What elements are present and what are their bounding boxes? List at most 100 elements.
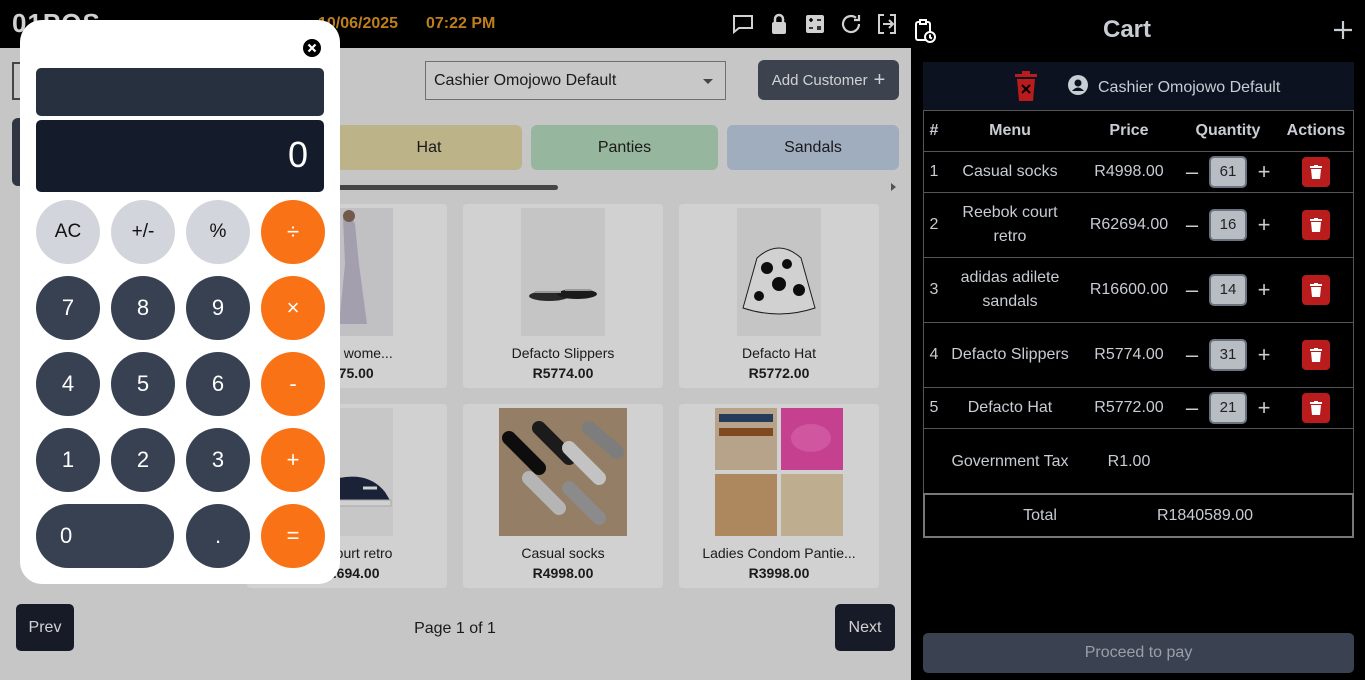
total-label: Total [1023,506,1057,524]
clear-cart-icon[interactable] [1013,70,1039,102]
calc-key-plus[interactable]: + [261,428,325,492]
trash-icon [1310,283,1322,297]
row-actions [1280,258,1352,322]
calculator-display: 0 [36,120,324,192]
calc-key-equals[interactable]: = [261,504,325,568]
delete-item-button[interactable] [1302,340,1330,370]
tax-label: Government Tax [951,452,1069,470]
row-price: R5774.00 [1094,346,1164,363]
quantity-input[interactable]: 16 [1209,209,1247,241]
delete-item-button[interactable] [1302,275,1330,305]
col-actions: Actions [1286,122,1346,139]
increment-button[interactable]: + [1254,213,1274,237]
calculator-history [36,68,324,116]
table-row: 1 Casual socks R4998.00 – 61 + [924,152,1353,193]
col-num: # [929,122,939,139]
total-value: R1840589.00 [1156,506,1254,524]
decrement-button[interactable]: – [1182,213,1202,237]
cart-table: # Menu Price Quantity Actions 1 Casual s… [923,110,1354,495]
calc-key-sign[interactable]: +/- [111,200,175,264]
calc-key-minus[interactable]: - [261,352,325,416]
delete-item-button[interactable] [1302,210,1330,240]
col-quantity: Quantity [1195,122,1261,139]
row-quantity: – 31 + [1182,323,1274,387]
row-menu: Defacto Slippers [951,346,1069,363]
trash-icon [1310,401,1322,415]
quantity-input[interactable]: 21 [1209,392,1247,424]
trash-icon [1310,218,1322,232]
table-row: 5 Defacto Hat R5772.00 – 21 + [924,388,1353,429]
row-actions [1280,388,1352,428]
cart-header: Cashier Omojowo Default [923,62,1354,110]
row-num: 5 [929,399,939,416]
calc-key-0[interactable]: 0 [36,504,174,568]
quantity-input[interactable]: 31 [1209,339,1247,371]
trash-icon [1310,348,1322,362]
total-row: Total R1840589.00 [923,493,1354,538]
calc-key-1[interactable]: 1 [36,428,100,492]
delete-item-button[interactable] [1302,157,1330,187]
add-icon[interactable] [1331,18,1355,42]
row-price: R16600.00 [1089,281,1169,298]
calc-key-dot[interactable]: . [186,504,250,568]
row-menu: Defacto Hat [967,399,1053,416]
decrement-button[interactable]: – [1182,396,1202,420]
row-quantity: – 21 + [1182,388,1274,428]
col-price: Price [1109,122,1149,139]
calc-key-2[interactable]: 2 [111,428,175,492]
row-price: R4998.00 [1094,163,1164,180]
calculator-modal: 0 AC +/- % ÷ 7 8 9 × 4 5 6 - 1 2 3 + 0 .… [20,20,340,584]
cart-table-header: # Menu Price Quantity Actions [924,111,1353,152]
row-num: 4 [929,346,939,363]
tax-row: Government Tax R1.00 [924,429,1353,494]
calc-key-percent[interactable]: % [186,200,250,264]
table-row: 4 Defacto Slippers R5774.00 – 31 + [924,323,1353,388]
cart-cashier-name: Cashier Omojowo Default [1098,78,1281,96]
trash-icon [1310,165,1322,179]
row-actions [1280,152,1352,192]
calc-key-7[interactable]: 7 [36,276,100,340]
calc-key-multiply[interactable]: × [261,276,325,340]
decrement-button[interactable]: – [1182,343,1202,367]
row-actions [1280,323,1352,387]
table-row: 2 Reebok court retro R62694.00 – 16 + [924,193,1353,258]
row-quantity: – 14 + [1182,258,1274,322]
calc-key-clear[interactable]: AC [36,200,100,264]
calc-key-3[interactable]: 3 [186,428,250,492]
row-actions [1280,193,1352,257]
decrement-button[interactable]: – [1182,278,1202,302]
row-num: 1 [929,163,939,180]
row-price: R62694.00 [1089,216,1169,233]
row-menu: Reebok court retro [962,204,1058,245]
calc-key-divide[interactable]: ÷ [261,200,325,264]
row-menu: adidas adilete sandals [960,269,1060,310]
col-menu: Menu [989,122,1031,139]
close-icon[interactable] [302,38,322,58]
cart-panel: Cart Cashier Omojowo Default # Menu Pric… [911,0,1365,680]
quantity-input[interactable]: 14 [1209,274,1247,306]
table-row: 3 adidas adilete sandals R16600.00 – 14 … [924,258,1353,323]
row-quantity: – 16 + [1182,193,1274,257]
delete-item-button[interactable] [1302,393,1330,423]
row-num: 3 [929,281,939,298]
increment-button[interactable]: + [1254,396,1274,420]
row-menu: Casual socks [962,163,1058,180]
proceed-to-pay-button[interactable]: Proceed to pay [923,633,1354,673]
calc-key-9[interactable]: 9 [186,276,250,340]
tax-value: R1.00 [1107,452,1151,470]
user-icon [1068,75,1088,100]
calc-key-6[interactable]: 6 [186,352,250,416]
calc-key-5[interactable]: 5 [111,352,175,416]
row-price: R5772.00 [1094,399,1164,416]
cart-cashier: Cashier Omojowo Default [1068,75,1280,100]
increment-button[interactable]: + [1254,160,1274,184]
increment-button[interactable]: + [1254,343,1274,367]
cart-title: Cart [1102,16,1151,43]
decrement-button[interactable]: – [1182,160,1202,184]
calc-key-4[interactable]: 4 [36,352,100,416]
calc-key-8[interactable]: 8 [111,276,175,340]
row-num: 2 [929,216,939,233]
quantity-input[interactable]: 61 [1209,156,1247,188]
increment-button[interactable]: + [1254,278,1274,302]
row-quantity: – 61 + [1182,152,1274,192]
